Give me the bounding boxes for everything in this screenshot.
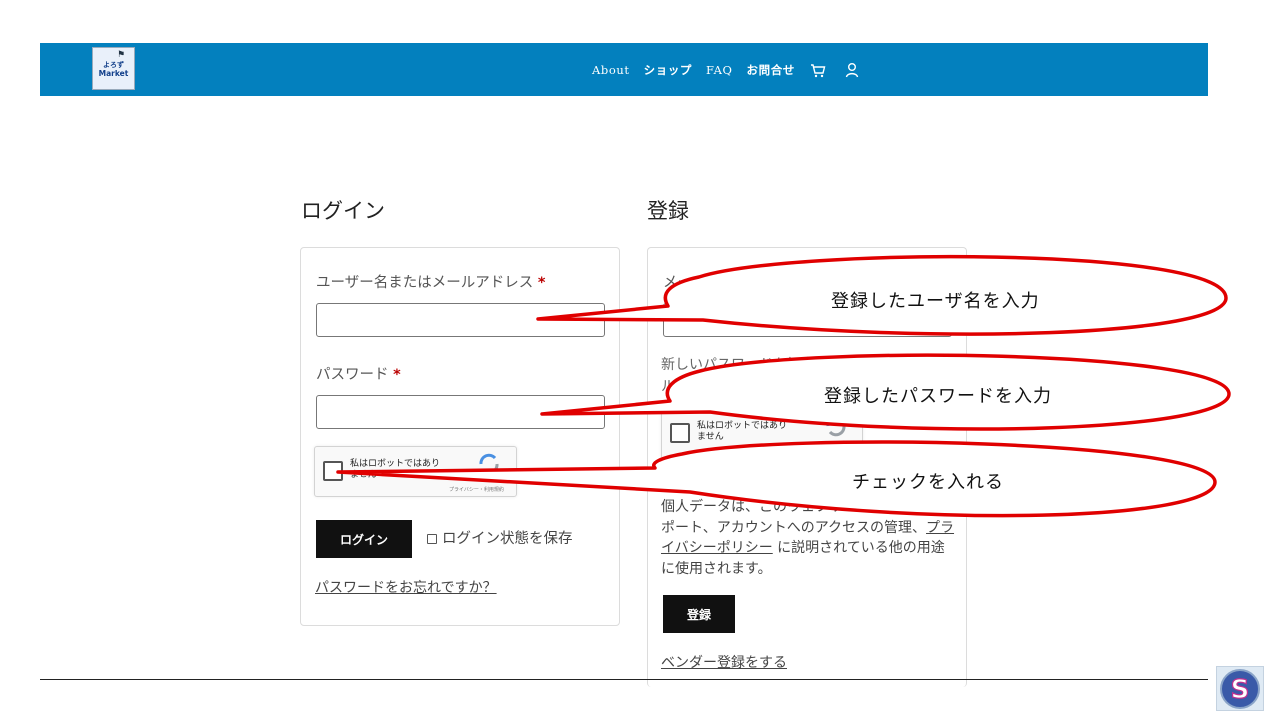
logo-mark-icon: ⚑ — [117, 50, 126, 60]
user-account-icon[interactable] — [843, 61, 861, 79]
callout-text-2: 登録したパスワードを入力 — [824, 386, 1052, 407]
remember-label: ログイン状態を保存 — [442, 531, 573, 547]
logo-line-2: Market — [98, 69, 129, 78]
footer-divider — [40, 679, 1208, 680]
callout-text-1: 登録したユーザ名を入力 — [831, 291, 1040, 312]
annotation-overlay — [336, 254, 1231, 518]
privacy-notice: 個人データは、このウェブサイトでの体験のサポート、アカウントへのアクセスの管理、… — [661, 497, 957, 579]
nav-contact[interactable]: お問合せ — [747, 62, 795, 78]
recaptcha-label: 私はロボットではあり ません — [350, 459, 441, 480]
nav-shop[interactable]: ショップ — [644, 62, 692, 78]
main-nav: About ショップ FAQ お問合せ — [592, 43, 877, 96]
logo-line-1: よろず — [103, 61, 124, 69]
username-label-text: ユーザー名またはメールアドレス — [316, 275, 534, 291]
recaptcha-logo-icon — [477, 453, 501, 479]
vendor-register-link[interactable]: ベンダー登録をする — [661, 652, 787, 672]
username-input[interactable] — [316, 303, 605, 337]
required-mark: * — [393, 367, 401, 383]
site-header: ⚑ よろず Market About ショップ FAQ お問合せ — [40, 43, 1208, 96]
login-panel: ユーザー名またはメールアドレス * パスワード * 私はロボットではあり ません… — [300, 247, 620, 626]
privacy-text-before: 個人データは、このウェブサイトでの体験のサポート、アカウントへのアクセスの管理、 — [661, 499, 955, 536]
username-label: ユーザー名またはメールアドレス * — [316, 271, 545, 292]
required-mark: * — [769, 275, 777, 291]
email-label-text: メールアドレス — [663, 275, 765, 291]
corner-logo-badge: S — [1216, 666, 1264, 711]
corner-badge-letter: S — [1231, 675, 1250, 705]
nav-about[interactable]: About — [592, 63, 630, 77]
site-logo[interactable]: ⚑ よろず Market — [92, 47, 135, 90]
email-label: メールアドレス * — [663, 271, 777, 292]
register-button[interactable]: 登録 — [663, 595, 735, 633]
password-label-text: パスワード — [316, 367, 389, 383]
register-panel: メールアドレス * 新しいパスワードを設定するリンクが登録メールアドレス宛に送信… — [647, 247, 967, 687]
cart-icon[interactable] — [809, 61, 827, 79]
s-logo-icon: S — [1220, 669, 1260, 709]
recaptcha-terms[interactable]: プライバシー・利用規約 — [449, 486, 504, 493]
password-label: パスワード * — [316, 363, 401, 384]
forgot-password-link[interactable]: パスワードをお忘れですか？ — [315, 577, 497, 597]
recaptcha-checkbox[interactable] — [670, 423, 690, 443]
password-input[interactable] — [316, 395, 605, 429]
recaptcha-terms[interactable]: プライバシー・利用規約 — [796, 448, 851, 455]
recaptcha-widget: 私はロボットではあり ません プライバシー・利用規約 — [314, 446, 517, 497]
login-title: ログイン — [301, 199, 385, 223]
recaptcha-logo-icon — [824, 415, 848, 441]
register-title: 登録 — [647, 199, 689, 223]
recaptcha-widget: 私はロボットではあり ません プライバシー・利用規約 — [661, 408, 863, 459]
recaptcha-label: 私はロボットではあり ません — [697, 421, 788, 442]
nav-faq[interactable]: FAQ — [706, 63, 733, 77]
login-button[interactable]: ログイン — [316, 520, 412, 558]
callout-text-3: チェックを入れる — [852, 472, 1004, 493]
remember-checkbox[interactable] — [427, 534, 437, 544]
remember-me[interactable]: ログイン状態を保存 — [427, 527, 573, 548]
recaptcha-checkbox[interactable] — [323, 461, 343, 481]
required-mark: * — [537, 275, 546, 291]
